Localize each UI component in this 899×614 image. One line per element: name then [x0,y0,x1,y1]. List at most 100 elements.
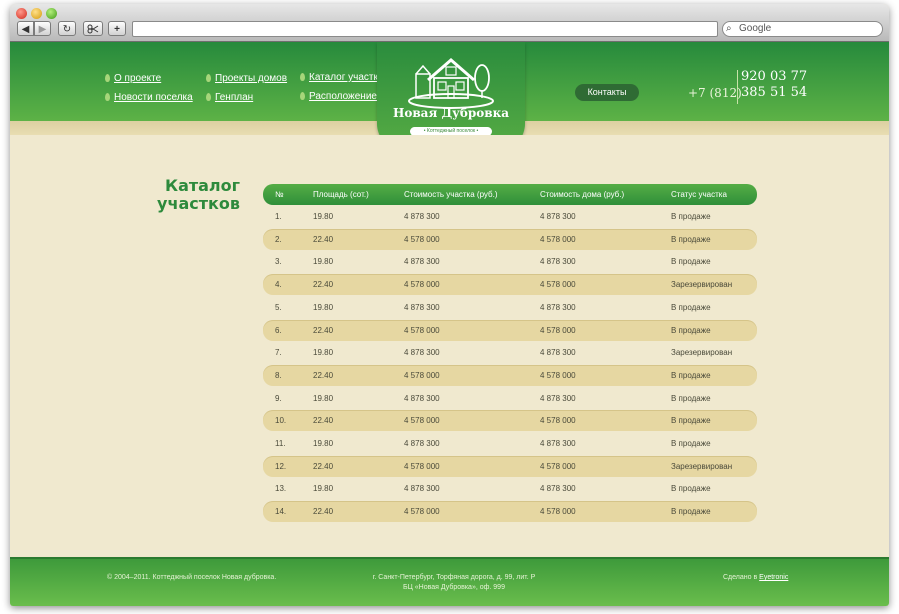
cell-house-price: 4 578 000 [540,416,576,426]
table-row: 9. 19.80 4 878 300 4 878 300 В продаже [263,388,757,409]
search-icon: ⌕ [726,23,732,34]
plus-icon: + [114,24,120,35]
back-icon: ◀ [21,24,30,35]
page-title-line-2: участков [157,194,240,213]
page-title: Каталог участков [140,177,240,213]
cell-house-price: 4 578 000 [540,280,576,290]
column-header-house-price: Стоимость дома (руб.) [540,190,625,199]
cell-house-price: 4 578 000 [540,507,576,517]
table-row: 11. 19.80 4 878 300 4 878 300 В продаже [263,433,757,454]
cell-number: 10. [275,416,287,426]
contacts-button[interactable]: Контакты [575,84,639,101]
cell-status: В продаже [671,393,711,403]
cell-status: Зарезервирован [671,461,733,471]
cell-status: В продаже [671,325,711,335]
column-header-number: № [275,190,284,199]
cell-status: В продаже [671,439,711,448]
cell-plot-price: 4 578 000 [404,507,440,517]
table-row: 6. 22.40 4 578 000 4 578 000 В продаже [263,319,757,341]
minimize-window-button[interactable] [31,8,42,19]
cell-number: 6. [275,325,282,335]
cell-status: В продаже [671,302,711,312]
nav-item-location[interactable]: Расположение [300,91,377,102]
cell-plot-price: 4 878 300 [404,393,440,403]
table-row: 4. 22.40 4 578 000 4 578 000 Зарезервирован [263,274,757,296]
cell-number: 8. [275,370,282,380]
zoom-window-button[interactable] [46,8,57,19]
cell-number: 3. [275,257,282,267]
cell-plot-price: 4 878 300 [404,484,440,494]
cell-area: 19.80 [313,257,334,267]
table-row: 3. 19.80 4 878 300 4 878 300 В продаже [263,251,757,272]
page-title-line-1: Каталог [164,176,240,195]
cell-status: В продаже [671,416,711,426]
cell-area: 19.80 [313,212,334,221]
bookmarks-button[interactable] [83,21,103,36]
cell-plot-price: 4 878 300 [404,302,440,312]
cell-status: В продаже [671,507,711,517]
cell-status: В продаже [671,257,711,267]
nav-item-about[interactable]: О проекте [104,73,161,84]
cell-status: В продаже [671,212,711,221]
cell-status: Зарезервирован [671,348,733,358]
column-header-status: Статус участка [671,190,727,199]
cell-area: 22.40 [313,234,334,244]
cell-house-price: 4 878 300 [540,348,576,358]
cell-plot-price: 4 578 000 [404,325,440,335]
phone-number-1: 920 03 77 [741,69,808,84]
cell-area: 19.80 [313,484,334,494]
phone-divider [737,70,738,104]
nav-item-master-plan[interactable]: Генплан [205,92,253,103]
cell-status: Зарезервирован [671,280,733,290]
nav-item-news[interactable]: Новости поселка [105,92,193,103]
table-row: 5. 19.80 4 878 300 4 878 300 В продаже [263,297,757,318]
cell-house-price: 4 878 300 [540,302,576,312]
nav-item-house-projects[interactable]: Проекты домов [205,73,287,84]
new-tab-button[interactable]: + [108,21,126,36]
search-field[interactable]: ⌕ Google [722,21,883,37]
footer-address-line-1: г. Санкт-Петербург, Торфяная дорога, д. … [372,574,536,581]
cell-status: В продаже [671,370,711,380]
forward-button[interactable]: ▶ [34,21,51,36]
back-button[interactable]: ◀ [17,21,34,36]
reload-button[interactable]: ↻ [58,21,76,36]
cell-plot-price: 4 578 000 [404,370,440,380]
phone-code: +7 (812) [688,86,742,100]
cell-number: 14. [275,507,287,517]
table-row: 2. 22.40 4 578 000 4 578 000 В продаже [263,228,757,250]
cell-house-price: 4 878 300 [540,257,576,267]
phone-number-2: 385 51 54 [741,85,808,100]
scissors-icon [87,24,99,34]
footer-credit: Сделано в Eyetronic [723,573,788,583]
cell-house-price: 4 578 000 [540,234,576,244]
cell-number: 9. [275,393,282,403]
table-row: 14. 22.40 4 578 000 4 578 000 В продаже [263,501,757,523]
cell-plot-price: 4 578 000 [404,461,440,471]
cell-number: 4. [275,280,282,290]
footer-address-line-2: БЦ «Новая Дубровка», оф. 999 [403,584,505,591]
browser-window: ◀ ▶ ↻ + ⌕ Google О проекте Новости посел… [10,4,889,606]
table-row: 13. 19.80 4 878 300 4 878 300 В продаже [263,478,757,499]
table-row: 10. 22.40 4 578 000 4 578 000 В продаже [263,410,757,432]
column-header-plot-price: Стоимость участка (руб.) [404,190,498,199]
cell-house-price: 4 878 300 [540,439,576,448]
cell-area: 22.40 [313,461,334,471]
close-window-button[interactable] [16,8,27,19]
cell-status: В продаже [671,484,711,494]
address-bar[interactable] [132,21,718,37]
table-row: 1. 19.80 4 878 300 4 878 300 В продаже [263,206,757,227]
cell-area: 22.40 [313,325,334,335]
cell-plot-price: 4 878 300 [404,257,440,267]
site-footer: © 2004–2011. Коттеджный поселок Новая ду… [10,557,889,606]
house-logo-icon [408,58,494,109]
table-row: 8. 22.40 4 578 000 4 578 000 В продаже [263,364,757,386]
table-row: 7. 19.80 4 878 300 4 878 300 Зарезервирован [263,342,757,363]
cell-area: 22.40 [313,416,334,426]
cell-plot-price: 4 578 000 [404,416,440,426]
footer-credit-link[interactable]: Eyetronic [759,574,788,581]
cell-area: 22.40 [313,507,334,517]
logo[interactable]: Новая Дубровка • Коттеджный поселок • [377,42,525,150]
cell-plot-price: 4 878 300 [404,348,440,358]
cell-house-price: 4 578 000 [540,325,576,335]
cell-area: 19.80 [313,348,334,358]
